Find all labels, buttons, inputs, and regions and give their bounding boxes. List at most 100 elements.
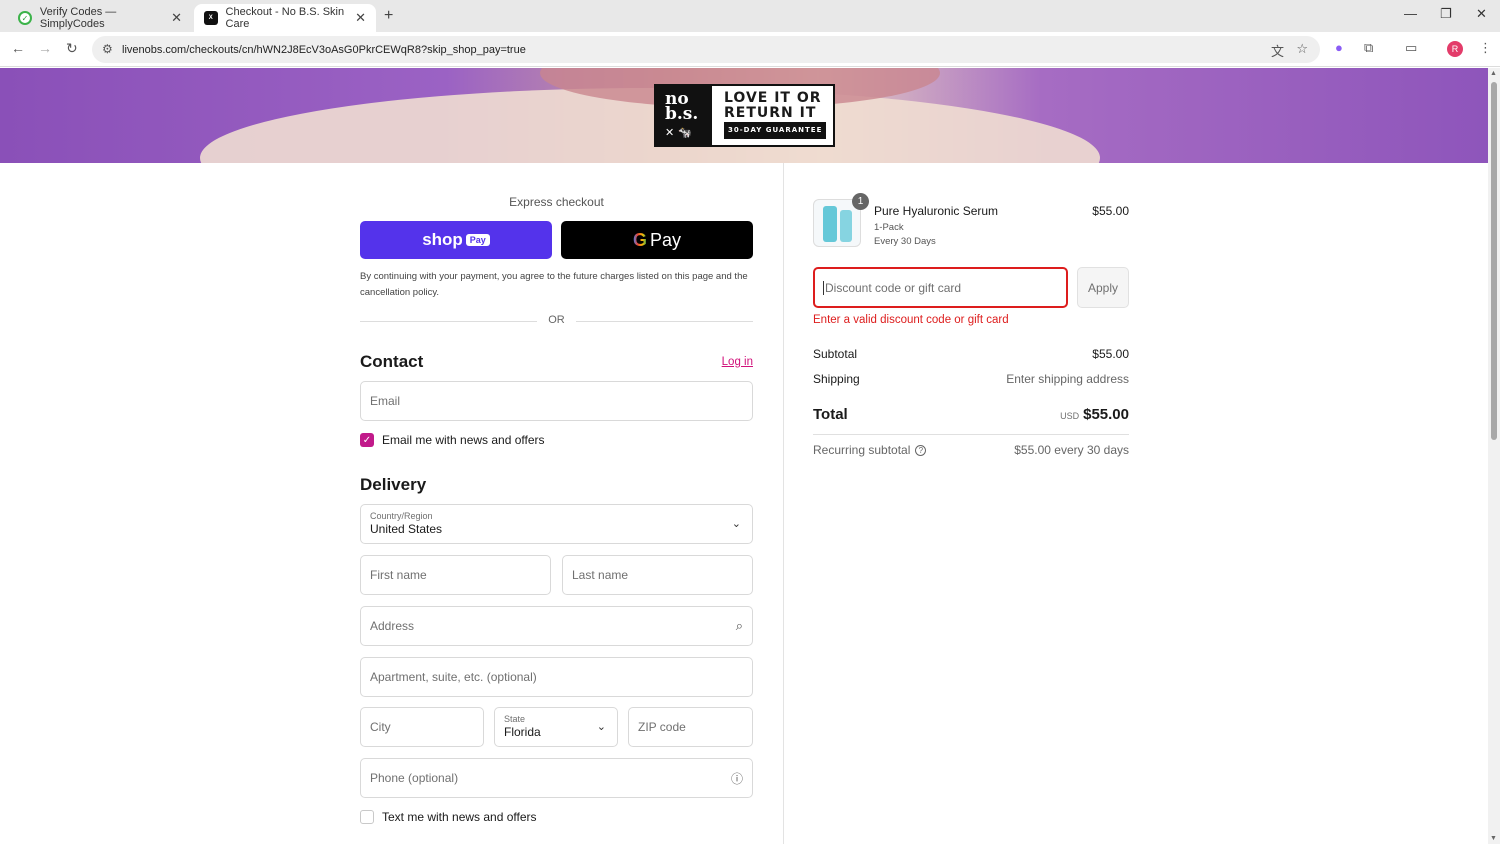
badge-line2: RETURN IT: [724, 105, 817, 121]
login-link[interactable]: Log in: [722, 356, 753, 368]
total-label: Total: [813, 406, 848, 423]
nobs-favicon-icon: X: [204, 11, 218, 25]
product-pack: 1-Pack: [874, 222, 904, 233]
last-name-field[interactable]: Last name: [562, 555, 753, 595]
product-name: Pure Hyaluronic Serum: [874, 204, 999, 218]
avatar-initial: R: [1451, 44, 1459, 54]
first-name-field[interactable]: First name: [360, 555, 551, 595]
google-pay-label: Pay: [649, 229, 682, 250]
phone-placeholder: Phone (optional): [370, 771, 459, 785]
page-scrollbar[interactable]: ▲ ▼: [1488, 68, 1500, 844]
apartment-placeholder: Apartment, suite, etc. (optional): [370, 670, 537, 684]
last-name-placeholder: Last name: [572, 568, 629, 582]
google-g-icon: G: [632, 229, 647, 250]
recurring-row: Recurring subtotal? $55.00 every 30 days: [813, 443, 1129, 457]
email-news-row[interactable]: ✓ Email me with news and offers: [360, 433, 545, 447]
discount-placeholder: Discount code or gift card: [825, 280, 962, 295]
tab-checkout[interactable]: X Checkout - No B.S. Skin Care ✕: [194, 4, 376, 32]
simplycodes-icon: ✓: [18, 11, 32, 25]
close-tab-icon[interactable]: ✕: [171, 10, 182, 26]
text-news-checkbox[interactable]: [360, 810, 374, 824]
phone-field[interactable]: Phone (optional) ⓘ: [360, 758, 753, 798]
profile-avatar[interactable]: R: [1447, 41, 1463, 57]
shipping-row: Shipping Enter shipping address: [813, 372, 1129, 386]
email-field[interactable]: Email: [360, 381, 753, 421]
subtotal-row: Subtotal $55.00: [813, 347, 1129, 361]
guarantee-badge: no b.s. ✕ 🐄 LOVE IT OR RETURN IT 30-DAY …: [654, 84, 835, 147]
forward-icon[interactable]: →: [38, 40, 52, 56]
address-bar[interactable]: ⚙ livenobs.com/checkouts/cn/hWN2J8EcV3oA…: [92, 36, 1320, 63]
scroll-down-arrow-icon[interactable]: ▼: [1490, 835, 1497, 842]
apply-button[interactable]: Apply: [1077, 267, 1129, 308]
zip-placeholder: ZIP code: [638, 720, 686, 734]
product-image-box: [840, 210, 852, 242]
badge-line1: LOVE IT OR: [724, 90, 822, 106]
column-divider: [783, 163, 784, 844]
browser-toolbar: ← → ↻ ⚙ livenobs.com/checkouts/cn/hWN2J8…: [0, 32, 1500, 67]
chevron-down-icon: ⌄: [731, 518, 741, 530]
country-select[interactable]: Country/Region United States ⌄: [360, 504, 753, 544]
side-panel-icon[interactable]: ▭: [1405, 40, 1417, 56]
product-price: $55.00: [1092, 204, 1129, 218]
apartment-field[interactable]: Apartment, suite, etc. (optional): [360, 657, 753, 697]
discount-error: Enter a valid discount code or gift card: [813, 314, 1009, 326]
country-label: Country/Region: [370, 511, 433, 521]
shipping-value: Enter shipping address: [1006, 372, 1129, 386]
total-row: Total USD $55.00: [813, 406, 1129, 423]
translate-icon[interactable]: 文: [1271, 41, 1284, 60]
back-icon[interactable]: ←: [11, 40, 25, 56]
site-info-icon[interactable]: ⚙: [102, 42, 113, 56]
delivery-heading: Delivery: [360, 475, 427, 494]
menu-kebab-icon[interactable]: ⋮: [1479, 40, 1492, 56]
state-label: State: [504, 714, 526, 724]
product-frequency: Every 30 Days: [874, 236, 936, 247]
email-placeholder: Email: [370, 394, 401, 408]
restore-icon[interactable]: ❐: [1440, 6, 1452, 22]
quantity-badge: 1: [852, 193, 869, 210]
subtotal-label: Subtotal: [813, 347, 858, 361]
shop-pay-label: shop: [422, 230, 463, 249]
close-tab-icon[interactable]: ✕: [355, 10, 366, 26]
recurring-value: $55.00 every 30 days: [1014, 443, 1129, 457]
logo-line2: b.s.: [665, 104, 699, 124]
bookmark-star-icon[interactable]: ☆: [1296, 41, 1308, 57]
tab-title: Checkout - No B.S. Skin Care: [225, 6, 345, 30]
currency-code: USD: [1060, 411, 1080, 421]
extension-icon[interactable]: ●: [1335, 40, 1343, 55]
city-field[interactable]: City: [360, 707, 484, 747]
guarantee-label: 30-DAY GUARANTEE: [724, 122, 827, 139]
state-select[interactable]: State Florida ⌄: [494, 707, 618, 747]
or-label: OR: [548, 314, 565, 326]
reload-icon[interactable]: ↻: [66, 40, 78, 57]
extensions-puzzle-icon[interactable]: ⧉: [1364, 40, 1373, 56]
scrollbar-thumb[interactable]: [1491, 82, 1497, 440]
total-amount: USD $55.00: [1060, 406, 1129, 423]
express-checkout-title: Express checkout: [509, 195, 604, 209]
tab-simplycodes[interactable]: ✓ Verify Codes — SimplyCodes ✕: [8, 4, 192, 32]
city-placeholder: City: [370, 720, 391, 734]
shop-pay-button[interactable]: shop Pay: [360, 221, 552, 259]
discount-code-input[interactable]: Discount code or gift card: [813, 267, 1068, 308]
new-tab-icon[interactable]: +: [384, 7, 393, 25]
question-icon[interactable]: ?: [915, 445, 927, 457]
google-pay-button[interactable]: G Pay: [561, 221, 753, 259]
search-icon: ⌕: [735, 618, 743, 633]
text-news-row[interactable]: Text me with news and offers: [360, 810, 537, 824]
checkout-page: no b.s. ✕ 🐄 LOVE IT OR RETURN IT 30-DAY …: [0, 68, 1488, 844]
country-value: United States: [370, 522, 443, 536]
recurring-label: Recurring subtotal: [813, 443, 911, 457]
nobs-logo: no b.s. ✕ 🐄: [656, 86, 712, 145]
close-window-icon[interactable]: ✕: [1476, 6, 1487, 22]
product-image-bottle: [823, 206, 837, 242]
address-field[interactable]: Address ⌕: [360, 606, 753, 646]
minimize-icon[interactable]: —: [1404, 6, 1417, 21]
first-name-placeholder: First name: [370, 568, 427, 582]
email-news-label: Email me with news and offers: [382, 433, 545, 447]
scroll-up-arrow-icon[interactable]: ▲: [1490, 70, 1497, 77]
zip-field[interactable]: ZIP code: [628, 707, 753, 747]
email-news-checkbox[interactable]: ✓: [360, 433, 374, 447]
text-cursor: [823, 280, 824, 295]
state-value: Florida: [504, 725, 541, 739]
tab-title: Verify Codes — SimplyCodes: [39, 6, 117, 30]
help-circle-icon[interactable]: ⓘ: [731, 770, 743, 787]
